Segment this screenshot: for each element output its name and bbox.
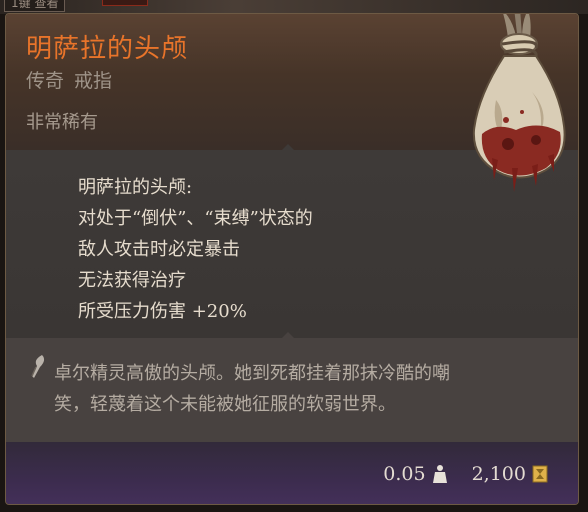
- effect-heading: 明萨拉的头颅:: [78, 177, 193, 198]
- lore-line: 笑，轻蔑着这个未能被她征服的软弱世界。: [54, 394, 396, 415]
- weight-icon: [432, 465, 447, 483]
- severed-head-in-sack-icon: [472, 14, 566, 192]
- background-slot: [102, 0, 148, 6]
- effect-line: 无法获得治疗: [78, 270, 186, 291]
- item-value: 2,100: [471, 463, 526, 485]
- lore-line: 卓尔精灵高傲的头颅。她到死都挂着那抹冷酷的嘲: [54, 363, 450, 384]
- item-rarity: 传奇: [26, 70, 65, 92]
- item-name: 明萨拉的头颅: [26, 34, 189, 64]
- item-tooltip: 明萨拉的头颅 传奇 戒指 非常稀有 明萨拉的头颅: 对处于“倒伏”、“束缚”状态的…: [5, 13, 579, 505]
- effect-line: 敌人攻击时必定暴击: [78, 239, 240, 260]
- background-toolbar: [0, 0, 588, 14]
- item-unique-label: 非常稀有: [26, 112, 98, 133]
- item-lore: 卓尔精灵高傲的头颅。她到死都挂着那抹冷酷的嘲 笑，轻蔑着这个未能被她征服的软弱世…: [54, 358, 544, 420]
- item-subtitle: 传奇 戒指: [26, 66, 122, 93]
- item-effects: 明萨拉的头颅: 对处于“倒伏”、“束缚”状态的 敌人攻击时必定暴击 无法获得治疗…: [78, 172, 313, 327]
- divider-notch: [282, 144, 294, 150]
- gold-coin-icon: [532, 465, 548, 483]
- item-weight: 0.05: [383, 463, 426, 485]
- hotkey-hint: 1键 查看: [4, 0, 66, 12]
- item-type: 戒指: [74, 70, 113, 92]
- effect-line: 对处于“倒伏”、“束缚”状态的: [78, 208, 313, 229]
- quill-icon: [31, 355, 45, 378]
- divider-notch: [282, 332, 294, 338]
- effect-line: 所受压力伤害 +20%: [78, 301, 247, 322]
- item-stats: 0.05 2,100: [383, 460, 548, 488]
